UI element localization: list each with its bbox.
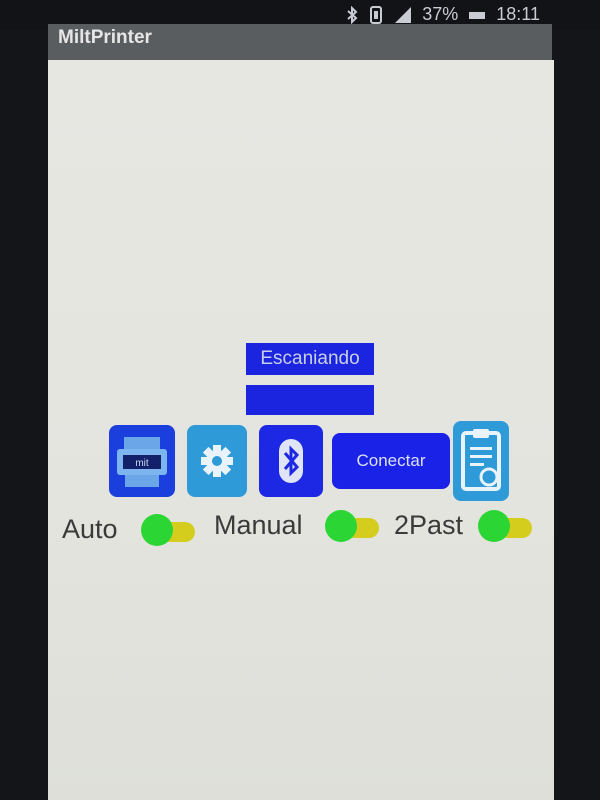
scan-status-label: Escaniando	[246, 343, 374, 375]
bluetooth-icon	[279, 439, 303, 483]
toggle-thumb	[141, 514, 173, 546]
battery-icon	[469, 11, 486, 19]
toggle-label-2past: 2Past	[394, 510, 464, 540]
toggle-thumb	[325, 510, 357, 542]
toggle-thumb	[478, 510, 510, 542]
auto-toggle[interactable]	[141, 514, 197, 548]
status-icons: 37% 18:11	[346, 4, 540, 25]
signal-icon	[395, 6, 412, 23]
toggle-label-auto: Auto	[62, 514, 118, 544]
2past-toggle[interactable]	[478, 510, 534, 544]
clock: 18:11	[496, 4, 540, 24]
bluetooth-button[interactable]	[259, 425, 323, 497]
battery-percent: 37%	[422, 4, 459, 24]
settings-button[interactable]	[187, 425, 247, 497]
scan-progress-bar	[246, 385, 374, 415]
printer-button[interactable]: mit	[109, 425, 175, 497]
manual-toggle[interactable]	[325, 510, 381, 544]
app-title: MiltPrinter	[58, 27, 152, 48]
connect-button[interactable]: Conectar	[332, 433, 450, 489]
bluetooth-icon	[347, 5, 358, 24]
svg-text:mit: mit	[135, 458, 149, 469]
clipboard-button[interactable]	[453, 421, 509, 501]
printer-icon: mit	[117, 437, 167, 487]
gear-icon	[201, 445, 233, 477]
clipboard-icon	[461, 429, 501, 491]
vibrate-icon	[370, 5, 383, 24]
toggle-label-manual: Manual	[214, 510, 303, 540]
